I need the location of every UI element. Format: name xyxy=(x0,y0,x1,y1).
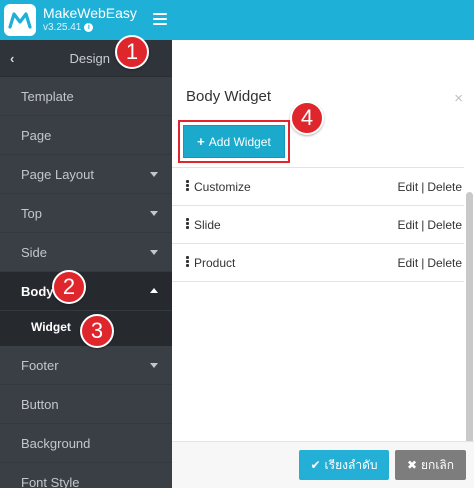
callout-badge-4: 4 xyxy=(290,101,324,135)
sidebar-section-title: Design xyxy=(69,51,110,66)
sidebar-item-background[interactable]: Background xyxy=(0,424,172,463)
info-icon[interactable]: i xyxy=(84,23,94,32)
panel-footer: ✔ เรียงลำดับ ✖ ยกเลิก xyxy=(172,441,474,488)
row-actions: Edit | Delete xyxy=(398,256,463,270)
sidebar-item-label: Button xyxy=(21,397,59,412)
sort-button-label: เรียงลำดับ xyxy=(324,457,378,472)
caret-down-icon xyxy=(150,211,158,216)
sidebar-item-top[interactable]: Top xyxy=(0,194,172,233)
drag-handle-icon[interactable] xyxy=(186,180,189,191)
row-actions: Edit | Delete xyxy=(398,218,463,232)
makeweb-logo-icon[interactable] xyxy=(4,4,36,36)
sidebar-item-side[interactable]: Side xyxy=(0,233,172,272)
plus-icon: + xyxy=(197,134,205,149)
brand-name: MakeWebEasy xyxy=(43,5,137,21)
sidebar: ‹ Design Template Page Page Layout Top S… xyxy=(0,40,172,488)
sidebar-item-template[interactable]: Template xyxy=(0,77,172,116)
caret-down-icon xyxy=(150,250,158,255)
caret-down-icon xyxy=(150,363,158,368)
x-icon: ✖ xyxy=(406,458,418,472)
row-actions: Edit | Delete xyxy=(398,180,463,194)
separator: | xyxy=(421,256,425,270)
delete-link[interactable]: Delete xyxy=(427,256,462,270)
callout-badge-1: 1 xyxy=(115,35,149,69)
separator: | xyxy=(421,180,425,194)
widget-name: Product xyxy=(194,256,236,270)
sidebar-item-label: Body xyxy=(21,284,54,299)
list-item[interactable]: Customize Edit | Delete xyxy=(172,168,464,206)
version-text: v3.25.41 xyxy=(43,22,82,33)
sidebar-item-button[interactable]: Button xyxy=(0,385,172,424)
sidebar-item-page[interactable]: Page xyxy=(0,116,172,155)
sidebar-item-label: Template xyxy=(21,89,74,104)
sidebar-item-label: Footer xyxy=(21,358,59,373)
edit-link[interactable]: Edit xyxy=(398,256,419,270)
sidebar-item-body[interactable]: Body xyxy=(0,272,172,311)
sidebar-item-page-layout[interactable]: Page Layout xyxy=(0,155,172,194)
logo-mark xyxy=(8,12,32,29)
caret-down-icon xyxy=(150,172,158,177)
close-icon[interactable]: × xyxy=(454,90,463,107)
sidebar-item-footer[interactable]: Footer xyxy=(0,346,172,385)
cancel-button-label: ยกเลิก xyxy=(421,457,455,472)
sidebar-item-label: Background xyxy=(21,436,91,451)
sidebar-item-label: Font Style xyxy=(21,475,80,488)
add-widget-highlight: + Add Widget xyxy=(178,120,290,163)
callout-badge-3: 3 xyxy=(80,314,114,348)
edit-link[interactable]: Edit xyxy=(398,180,419,194)
callout-badge-2: 2 xyxy=(52,270,86,304)
app-version: v3.25.41 i xyxy=(43,22,94,33)
sidebar-item-label: Top xyxy=(21,206,42,221)
sidebar-item-label: Side xyxy=(21,245,48,260)
drag-handle-icon[interactable] xyxy=(186,256,189,267)
top-header: MakeWebEasy v3.25.41 i xyxy=(0,0,474,40)
separator: | xyxy=(421,218,425,232)
delete-link[interactable]: Delete xyxy=(427,218,462,232)
sort-button[interactable]: ✔ เรียงลำดับ xyxy=(299,450,389,480)
list-item[interactable]: Product Edit | Delete xyxy=(172,244,464,282)
widget-name: Slide xyxy=(194,218,221,232)
cancel-button[interactable]: ✖ ยกเลิก xyxy=(395,450,466,480)
edit-link[interactable]: Edit xyxy=(398,218,419,232)
hamburger-icon[interactable] xyxy=(153,13,167,25)
sidebar-item-label: Page Layout xyxy=(21,167,95,182)
chevron-left-icon[interactable]: ‹ xyxy=(10,51,14,66)
widget-name: Customize xyxy=(194,180,251,194)
drag-handle-icon[interactable] xyxy=(186,218,189,229)
panel-title: Body Widget xyxy=(186,88,272,105)
scrollbar[interactable] xyxy=(466,192,473,465)
check-icon: ✔ xyxy=(310,458,321,472)
list-item[interactable]: Slide Edit | Delete xyxy=(172,206,464,244)
body-widget-panel: Body Widget × + Add Widget Customize Edi… xyxy=(172,40,474,488)
add-widget-label: Add Widget xyxy=(208,134,271,149)
caret-up-icon xyxy=(150,288,158,293)
widget-list: Customize Edit | Delete Slide Edit | Del… xyxy=(172,167,464,282)
add-widget-button[interactable]: + Add Widget xyxy=(183,125,285,158)
sidebar-item-label: Widget xyxy=(31,320,71,334)
delete-link[interactable]: Delete xyxy=(427,180,462,194)
sidebar-item-font-style[interactable]: Font Style xyxy=(0,463,172,488)
sidebar-item-label: Page xyxy=(21,128,52,143)
